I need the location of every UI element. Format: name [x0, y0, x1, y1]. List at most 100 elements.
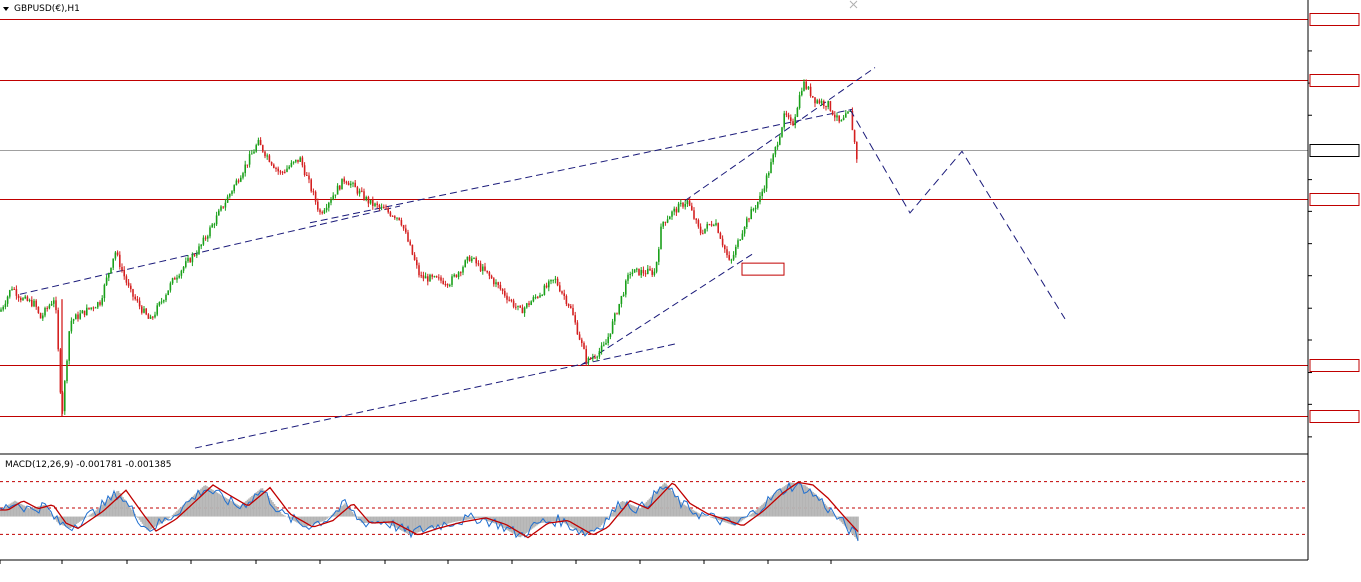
candle-body	[552, 279, 554, 281]
candle-body	[57, 310, 59, 350]
candle-body	[803, 81, 805, 91]
candle-body	[761, 191, 763, 196]
candle-body	[609, 333, 612, 337]
candle-body	[409, 241, 411, 245]
candle-body	[174, 278, 176, 280]
candle-body	[202, 237, 205, 245]
candle-body	[636, 268, 638, 270]
candle-body	[631, 272, 634, 275]
candle-body	[783, 113, 785, 128]
candle-body	[385, 208, 387, 210]
candle-body	[72, 319, 75, 321]
candle-body	[717, 223, 719, 233]
candle-body	[253, 151, 255, 154]
candle-body	[356, 187, 359, 194]
candle-body	[33, 300, 35, 307]
candle-body	[105, 277, 108, 285]
candle-body	[407, 232, 409, 242]
candle-body	[176, 277, 178, 280]
candle-body	[257, 139, 260, 146]
candle-body	[801, 90, 803, 96]
candle-body	[413, 254, 416, 260]
candle-body	[341, 178, 343, 190]
candle-body	[748, 218, 750, 220]
candle-body	[537, 296, 539, 298]
candle-body	[277, 168, 279, 172]
candle-body	[838, 115, 840, 122]
candle-body	[314, 191, 317, 202]
candle-body	[53, 300, 55, 304]
candle-body	[462, 267, 464, 273]
candle-body	[0, 309, 2, 312]
candle-body	[145, 308, 147, 315]
candle-body	[22, 298, 24, 301]
candle-body	[853, 130, 856, 143]
candle-body	[66, 360, 68, 382]
candle-body	[37, 306, 40, 313]
candle-body	[816, 100, 818, 104]
candle-body	[275, 167, 277, 169]
candle-body	[101, 298, 103, 305]
candle-body	[224, 202, 227, 208]
candle-body	[457, 272, 460, 278]
candle-body	[651, 270, 653, 275]
candle-body	[589, 358, 592, 360]
candle-body	[726, 249, 728, 256]
candle-body	[112, 258, 114, 268]
candle-body	[563, 293, 565, 297]
candle-body	[9, 290, 11, 297]
candle-body	[534, 296, 537, 298]
candle-body	[482, 266, 484, 271]
candle-body	[605, 342, 607, 345]
candle-body	[427, 276, 429, 282]
candle-body	[680, 202, 682, 204]
candle-body	[55, 300, 57, 311]
candle-body	[77, 314, 79, 319]
candle-body	[827, 101, 829, 108]
level-tag-box	[741, 262, 785, 276]
candle-body	[523, 307, 526, 314]
candle-body	[442, 280, 444, 285]
candle-body	[770, 162, 772, 174]
candle-body	[103, 284, 106, 299]
candle-body	[453, 274, 455, 277]
candle-body	[116, 252, 119, 255]
candle-body	[622, 294, 625, 296]
candle-body	[724, 245, 726, 250]
candle-body	[807, 86, 810, 89]
candle-body	[81, 310, 84, 314]
candle-body	[378, 205, 381, 208]
candle-body	[240, 177, 242, 182]
candle-body	[820, 100, 823, 104]
candle-body	[798, 95, 801, 108]
candle-body	[88, 307, 90, 309]
candle-body	[728, 255, 730, 260]
candle-body	[493, 278, 495, 285]
candle-body	[653, 271, 656, 275]
candle-body	[365, 196, 367, 200]
candle-body	[339, 185, 341, 190]
candle-body	[143, 308, 145, 313]
candle-body	[616, 313, 618, 315]
candle-body	[823, 100, 825, 106]
candle-body	[719, 232, 722, 239]
candle-body	[246, 164, 249, 166]
candle-body	[649, 268, 651, 271]
candle-body	[592, 357, 594, 359]
candle-body	[136, 299, 139, 301]
candle-body	[664, 221, 667, 223]
candle-body	[372, 199, 374, 206]
candle-body	[90, 307, 92, 309]
candle-body	[517, 305, 519, 307]
candle-body	[532, 297, 535, 302]
candle-body	[114, 252, 117, 259]
candle-body	[94, 307, 97, 309]
candle-body	[796, 107, 799, 117]
level-price-box	[1309, 74, 1360, 87]
candle-body	[86, 307, 88, 316]
candle-body	[741, 233, 744, 240]
candle-body	[235, 180, 238, 186]
candle-body	[583, 343, 585, 350]
candle-body	[147, 314, 150, 319]
candle-body	[464, 260, 466, 268]
